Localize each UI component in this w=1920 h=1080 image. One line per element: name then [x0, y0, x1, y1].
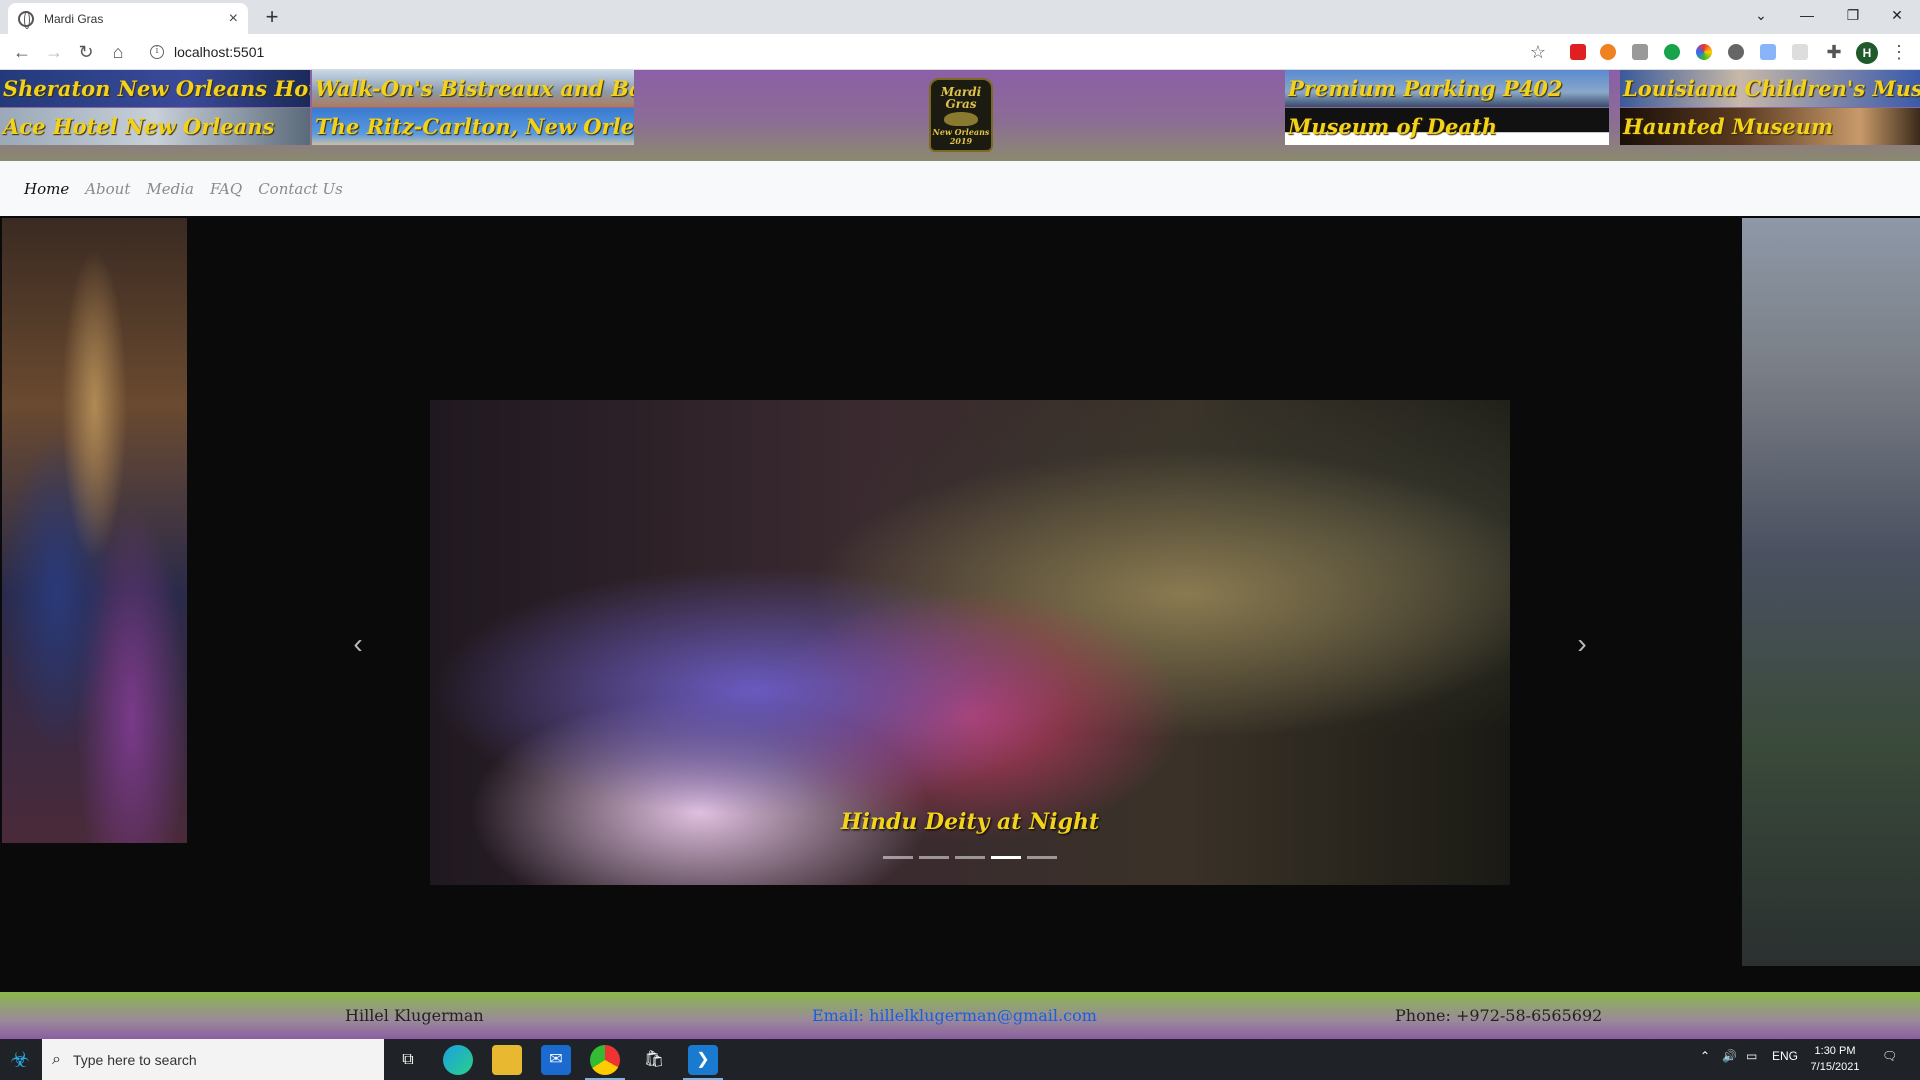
carousel-next-button[interactable]: › — [1567, 628, 1597, 660]
carousel-slide-image: Hindu Deity at Night — [430, 400, 1510, 885]
volume-icon[interactable]: 🔊 — [1722, 1049, 1737, 1063]
city-street-side-image — [1742, 218, 1920, 966]
profile-avatar[interactable]: H — [1856, 42, 1878, 64]
show-hidden-icons-icon[interactable]: ⌃ — [1700, 1049, 1710, 1063]
ad-premium-parking[interactable]: Premium Parking P402 — [1285, 70, 1609, 107]
site-footer: Hillel Klugerman Email: hillelklugerman@… — [0, 992, 1920, 1039]
main-content: ‹ Hindu Deity at Night › — [0, 216, 1920, 992]
extension-icon[interactable] — [1632, 44, 1648, 60]
nav-about[interactable]: About — [85, 180, 130, 198]
clock-time: 1:30 PM — [1814, 1045, 1856, 1057]
mail-icon[interactable]: ✉ — [541, 1045, 571, 1075]
taskbar-search-box[interactable]: ⌕ Type here to search — [42, 1039, 384, 1080]
ad-ritz-carlton[interactable]: The Ritz-Carlton, New Orleans — [312, 108, 634, 145]
carousel-indicator[interactable] — [955, 856, 985, 859]
ad-ace-hotel[interactable]: Ace Hotel New Orleans — [0, 108, 310, 145]
extension-icon[interactable] — [1792, 44, 1808, 60]
extension-icon[interactable] — [1728, 44, 1744, 60]
search-icon: ⌕ — [52, 1050, 61, 1068]
browser-tab[interactable]: Mardi Gras × — [8, 3, 248, 34]
bookmark-star-icon[interactable]: ☆ — [1526, 40, 1550, 64]
address-bar[interactable]: i localhost:5501 — [140, 39, 1550, 65]
footer-phone: Phone: +972-58-6565692 — [1395, 1006, 1603, 1025]
browser-toolbar: ← → ↻ ⌂ i localhost:5501 ☆ ✚ H ⋮ — [0, 34, 1920, 70]
edge-browser-icon[interactable] — [443, 1045, 473, 1075]
extension-icon[interactable] — [1760, 44, 1776, 60]
vscode-icon[interactable]: ❯ — [688, 1045, 718, 1075]
carousel-prev-button[interactable]: ‹ — [343, 628, 373, 660]
url-text: localhost:5501 — [174, 44, 265, 60]
back-button[interactable]: ← — [10, 40, 34, 64]
network-icon[interactable]: ▭ — [1746, 1049, 1757, 1063]
mask-icon — [944, 112, 978, 126]
ad-museum-of-death[interactable]: Museum of Death — [1285, 108, 1609, 145]
browser-menu-icon[interactable]: ⋮ — [1890, 42, 1908, 63]
carousel-indicator[interactable] — [883, 856, 913, 859]
language-indicator[interactable]: ENG — [1772, 1049, 1798, 1063]
nav-media[interactable]: Media — [146, 180, 194, 198]
tab-search-icon[interactable]: ⌄ — [1738, 0, 1784, 30]
logo-text-gras: Gras — [945, 97, 977, 111]
store-icon[interactable]: 🛍 — [639, 1045, 669, 1075]
tab-title: Mardi Gras — [44, 11, 104, 26]
color-extension-icon[interactable] — [1696, 44, 1712, 60]
forward-button[interactable]: → — [42, 40, 66, 64]
carousel-caption: Hindu Deity at Night — [840, 809, 1100, 835]
new-tab-button[interactable]: + — [260, 5, 284, 29]
ad-walk-ons[interactable]: Walk-On's Bistreaux and Bar — [312, 70, 634, 107]
task-view-icon[interactable]: ⧉ — [393, 1045, 423, 1075]
site-header-banner: Sheraton New Orleans Hotel Walk-On's Bis… — [0, 70, 1920, 161]
carousel-indicator[interactable] — [1027, 856, 1057, 859]
extensions-puzzle-icon[interactable]: ✚ — [1822, 40, 1846, 64]
taskbar-clock[interactable]: 1:30 PM 7/15/2021 — [1800, 1043, 1870, 1075]
grammarly-extension-icon[interactable] — [1664, 44, 1680, 60]
reload-button[interactable]: ↻ — [74, 40, 98, 64]
globe-icon — [18, 10, 34, 29]
ad-haunted-museum[interactable]: Haunted Museum — [1620, 108, 1920, 145]
adblock-extension-icon[interactable] — [1570, 44, 1586, 60]
nav-contact-us[interactable]: Contact Us — [258, 180, 343, 198]
masks-side-image — [2, 218, 187, 843]
ad-sheraton[interactable]: Sheraton New Orleans Hotel — [0, 70, 310, 107]
chrome-icon[interactable] — [590, 1045, 620, 1075]
notifications-icon[interactable]: 🗨 — [1882, 1049, 1897, 1063]
file-explorer-icon[interactable] — [492, 1045, 522, 1075]
footer-email-link[interactable]: Email: hillelklugerman@gmail.com — [812, 1006, 1097, 1025]
close-tab-button[interactable]: × — [229, 10, 238, 28]
windows-taskbar: ☣ ⌕ Type here to search ⧉ ✉ 🛍 ❯ ⌃ 🔊 ▭ EN… — [0, 1039, 1920, 1080]
nav-home[interactable]: Home — [24, 180, 69, 198]
start-button-icon[interactable]: ☣ — [6, 1047, 34, 1073]
minimize-button[interactable]: — — [1784, 0, 1830, 30]
logo-text-year: 2019 — [949, 136, 973, 146]
site-info-icon[interactable]: i — [150, 45, 164, 59]
mardi-gras-logo[interactable]: Mardi Gras New Orleans 2019 — [929, 78, 993, 152]
main-nav: Home About Media FAQ Contact Us — [0, 161, 1920, 216]
extension-icon[interactable] — [1600, 44, 1616, 60]
ad-childrens-museum[interactable]: Louisiana Children's Museum — [1620, 70, 1920, 107]
browser-tab-strip: Mardi Gras × + ⌄ — ❐ ✕ — [0, 0, 1920, 34]
home-button[interactable]: ⌂ — [106, 40, 130, 64]
carousel-indicator[interactable] — [919, 856, 949, 859]
close-window-button[interactable]: ✕ — [1874, 0, 1920, 30]
clock-date: 7/15/2021 — [1810, 1061, 1860, 1073]
restore-button[interactable]: ❐ — [1830, 0, 1876, 30]
nav-faq[interactable]: FAQ — [210, 180, 242, 198]
carousel-indicator[interactable] — [991, 856, 1021, 859]
footer-name: Hillel Klugerman — [345, 1006, 484, 1025]
carousel-indicators — [430, 856, 1510, 859]
taskbar-search-placeholder: Type here to search — [72, 1051, 197, 1068]
